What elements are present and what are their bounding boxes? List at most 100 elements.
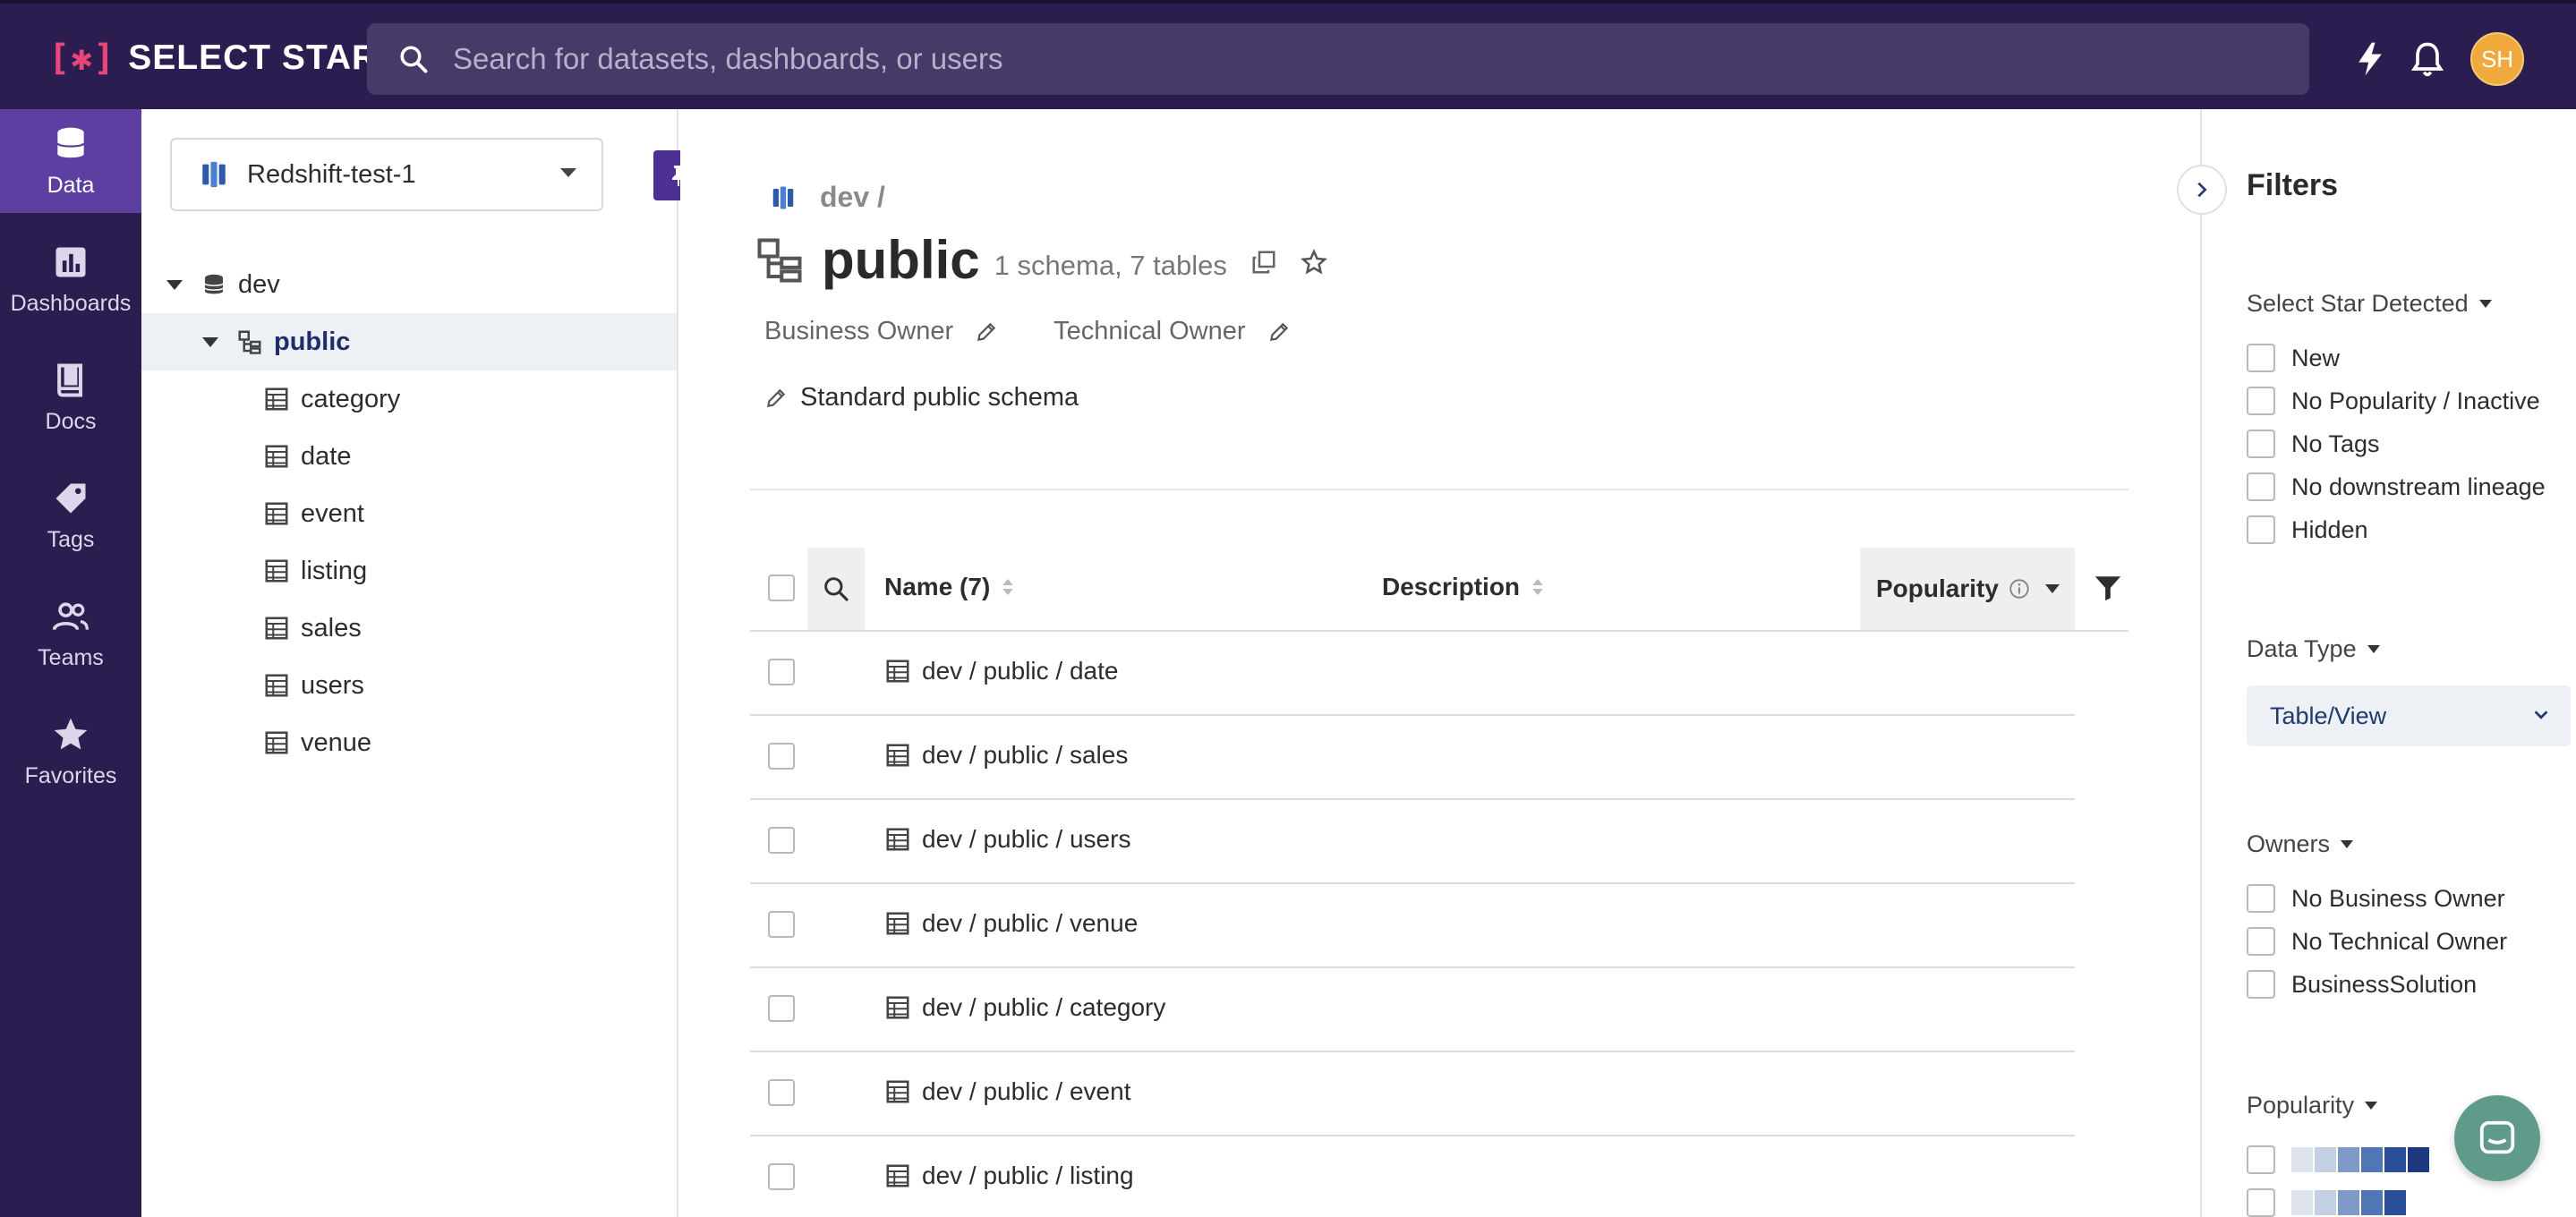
table-path[interactable]: dev / public / venue — [922, 909, 1138, 938]
row-checkbox[interactable] — [768, 911, 795, 938]
table-path[interactable]: dev / public / event — [922, 1077, 1130, 1106]
nav-item-docs[interactable]: Docs — [0, 345, 141, 449]
tree-item-dev[interactable]: dev — [141, 256, 677, 313]
sort-icon[interactable] — [1532, 579, 1544, 595]
global-search-bar[interactable] — [367, 23, 2309, 95]
table-path[interactable]: dev / public / category — [922, 993, 1165, 1022]
chat-support-button[interactable] — [2454, 1095, 2540, 1181]
tree-item-table[interactable]: date — [141, 428, 677, 485]
user-avatar[interactable]: SH — [2470, 32, 2524, 86]
filter-option[interactable]: No Business Owner — [2247, 884, 2505, 913]
filter-option[interactable]: No Technical Owner — [2247, 927, 2507, 956]
row-checkbox[interactable] — [768, 743, 795, 770]
table-row[interactable]: dev / public / users — [750, 800, 2075, 884]
column-header-description[interactable]: Description — [1382, 573, 1544, 601]
tree-item-table[interactable]: event — [141, 485, 677, 542]
tree-item-table[interactable]: listing — [141, 542, 677, 600]
table-row[interactable]: dev / public / listing — [750, 1136, 2075, 1217]
table-path[interactable]: dev / public / date — [922, 657, 1118, 685]
row-checkbox[interactable] — [768, 827, 795, 854]
table-path[interactable]: dev / public / listing — [922, 1162, 1134, 1190]
row-checkbox[interactable] — [768, 659, 795, 685]
filter-checkbox[interactable] — [2247, 1188, 2275, 1217]
row-checkbox[interactable] — [768, 995, 795, 1022]
filter-option[interactable]: Hidden — [2247, 515, 2368, 544]
filter-option-label: Hidden — [2291, 515, 2368, 543]
table-row[interactable]: dev / public / category — [750, 968, 2075, 1052]
copy-icon[interactable] — [1250, 249, 1277, 276]
search-input[interactable] — [453, 42, 2154, 76]
sort-icon[interactable] — [1002, 579, 1014, 595]
edit-pencil-icon[interactable] — [1267, 320, 1291, 344]
table-row[interactable]: dev / public / sales — [750, 716, 2075, 800]
nav-item-dashboards[interactable]: Dashboards — [0, 227, 141, 331]
nav-item-data[interactable]: Data — [0, 109, 141, 213]
filter-checkbox[interactable] — [2247, 1145, 2275, 1174]
table-name-cell[interactable]: dev / public / sales — [884, 741, 1128, 770]
tree-item-table[interactable]: sales — [141, 600, 677, 657]
table-name-cell[interactable]: dev / public / date — [884, 657, 1118, 685]
expand-caret-icon[interactable] — [166, 279, 183, 290]
column-header-name[interactable]: Name (7) — [884, 573, 1014, 601]
data-type-select[interactable]: Table/View — [2247, 685, 2571, 746]
filter-group-popularity[interactable]: Popularity — [2247, 1092, 2378, 1119]
table-name-cell[interactable]: dev / public / listing — [884, 1162, 1134, 1190]
page-header: public 1 schema, 7 tables — [755, 229, 1327, 291]
filter-checkbox[interactable] — [2247, 430, 2275, 458]
lightning-icon[interactable] — [2350, 39, 2390, 79]
breadcrumb[interactable]: dev / — [770, 181, 885, 214]
app-logo[interactable]: [✱] SELECT STAR — [48, 38, 378, 79]
tree-item-table[interactable]: users — [141, 657, 677, 714]
nav-item-tags[interactable]: Tags — [0, 464, 141, 567]
star-outline-icon[interactable] — [1300, 248, 1327, 276]
description-row[interactable]: Standard public schema — [764, 383, 1079, 413]
filter-checkbox[interactable] — [2247, 515, 2275, 544]
select-all-checkbox[interactable] — [768, 574, 795, 601]
nav-item-favorites[interactable]: Favorites — [0, 700, 141, 804]
table-path[interactable]: dev / public / sales — [922, 741, 1128, 770]
filter-checkbox[interactable] — [2247, 472, 2275, 501]
collapse-filters-button[interactable] — [2177, 165, 2227, 215]
table-row[interactable]: dev / public / venue — [750, 884, 2075, 968]
chevron-down-icon[interactable] — [2044, 584, 2060, 593]
table-name-cell[interactable]: dev / public / venue — [884, 909, 1138, 938]
column-header-popularity[interactable]: Popularity — [1860, 548, 2075, 630]
row-checkbox[interactable] — [768, 1163, 795, 1190]
table-row[interactable]: dev / public / date — [750, 632, 2075, 716]
top-bar: [✱] SELECT STAR SH — [0, 0, 2576, 109]
tree-item-table[interactable]: category — [141, 370, 677, 428]
edit-pencil-icon[interactable] — [975, 320, 998, 344]
filter-checkbox[interactable] — [2247, 884, 2275, 913]
filter-option[interactable]: BusinessSolution — [2247, 970, 2477, 999]
expand-caret-icon[interactable] — [202, 336, 218, 347]
table-name-cell[interactable]: dev / public / event — [884, 1077, 1130, 1106]
filter-checkbox[interactable] — [2247, 970, 2275, 999]
filter-checkbox[interactable] — [2247, 927, 2275, 956]
table-name-cell[interactable]: dev / public / category — [884, 993, 1165, 1022]
column-search-button[interactable] — [807, 548, 865, 630]
nav-item-teams[interactable]: Teams — [0, 582, 141, 685]
table-name-cell[interactable]: dev / public / users — [884, 825, 1130, 854]
tree-item-table[interactable]: venue — [141, 714, 677, 771]
filter-group-data-type[interactable]: Data Type — [2247, 635, 2380, 663]
popularity-option-6[interactable] — [2247, 1145, 2431, 1174]
breadcrumb-text[interactable]: dev / — [820, 181, 885, 214]
datasource-select[interactable]: Redshift-test-1 — [170, 138, 603, 211]
popularity-option-5[interactable] — [2247, 1188, 2408, 1217]
filter-checkbox[interactable] — [2247, 387, 2275, 415]
filter-option[interactable]: No downstream lineage — [2247, 472, 2546, 501]
filter-checkbox[interactable] — [2247, 344, 2275, 372]
filter-option[interactable]: No Popularity / Inactive — [2247, 387, 2540, 415]
info-icon[interactable] — [2008, 577, 2031, 600]
row-checkbox[interactable] — [768, 1079, 795, 1106]
table-row[interactable]: dev / public / event — [750, 1052, 2075, 1136]
filter-option[interactable]: No Tags — [2247, 430, 2380, 458]
bell-icon[interactable] — [2408, 39, 2447, 79]
filter-group-owners[interactable]: Owners — [2247, 830, 2354, 858]
edit-pencil-icon[interactable] — [764, 387, 788, 410]
filter-icon[interactable] — [2093, 573, 2123, 603]
tree-item-public[interactable]: public — [141, 313, 677, 370]
table-path[interactable]: dev / public / users — [922, 825, 1130, 854]
filter-option[interactable]: New — [2247, 344, 2340, 372]
filter-group-detected[interactable]: Select Star Detected — [2247, 290, 2492, 318]
